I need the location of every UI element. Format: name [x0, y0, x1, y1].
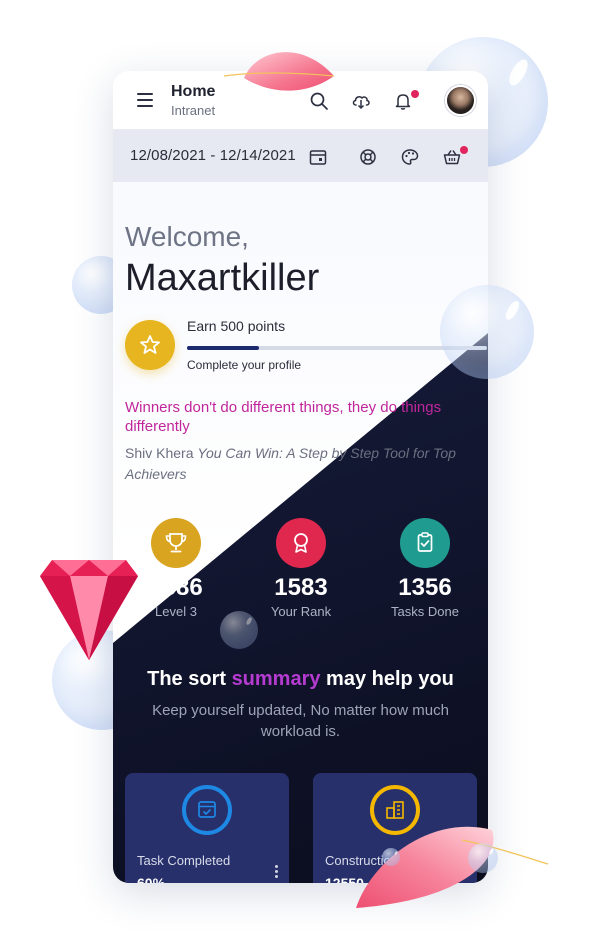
summary-title-end: may help you [320, 668, 454, 690]
clipboard-check-icon [417, 532, 433, 552]
bell-icon[interactable] [393, 91, 413, 111]
hamburger-menu-icon[interactable] [137, 93, 153, 107]
decorative-bubble [220, 611, 258, 649]
card-task-completed[interactable]: Task Completed 60% [125, 773, 289, 883]
ruby-gem-icon [40, 560, 138, 660]
basket-notification-dot [460, 146, 468, 154]
avatar[interactable] [445, 85, 476, 116]
support-icon[interactable] [358, 147, 378, 167]
welcome-greeting: Welcome, [125, 221, 249, 252]
stat-value: 1583 [274, 574, 328, 601]
summary-title-start: The sort [147, 668, 232, 690]
task-subtitle[interactable]: Complete your profile [187, 358, 301, 372]
date-range-text[interactable]: 12/08/2021 - 12/14/2021 [130, 147, 296, 164]
more-options-icon[interactable] [275, 865, 279, 879]
phone-screen: Home Intranet 12/08/2021 - 12/14/2021 We… [113, 71, 488, 883]
stat-value: 1356 [398, 574, 452, 601]
calendar-icon[interactable] [308, 147, 328, 167]
page-title: Home [171, 83, 216, 100]
stat-tasks: 1356 Tasks Done [370, 518, 480, 619]
stat-circle [400, 518, 450, 568]
medal-icon [294, 533, 308, 553]
page-subtitle: Intranet [171, 103, 216, 118]
profile-progress-fill [187, 346, 259, 350]
task-title: Earn 500 points [187, 318, 286, 334]
progress-ring [182, 785, 232, 835]
decorative-bubble [468, 843, 498, 873]
cloud-download-icon[interactable] [351, 91, 371, 111]
stat-rank: 1583 Your Rank [246, 518, 356, 619]
card-value: 60% [137, 875, 166, 883]
palette-icon[interactable] [400, 147, 420, 167]
decorative-petal [223, 52, 335, 91]
star-icon [140, 335, 160, 354]
date-range-bar: 12/08/2021 - 12/14/2021 [113, 130, 488, 182]
card-label: Task Completed [137, 853, 231, 868]
notification-dot [411, 90, 419, 98]
decorative-petal [356, 826, 549, 908]
star-badge [125, 320, 175, 370]
summary-title: The sort summary may help you [113, 668, 488, 691]
trophy-icon [165, 533, 187, 553]
quote-author: Shiv Khera [125, 445, 194, 461]
summary-title-accent: summary [231, 668, 321, 690]
calendar-check-icon [198, 801, 216, 818]
basket-icon[interactable] [442, 147, 462, 167]
stat-circle [151, 518, 201, 568]
summary-subtitle: Keep yourself updated, No matter how muc… [152, 702, 449, 740]
quote-attribution: Shiv Khera You Can Win: A Step by Step T… [125, 443, 485, 485]
stat-label: Your Rank [270, 604, 332, 619]
stat-circle [276, 518, 326, 568]
decorative-bubble [382, 848, 400, 866]
stat-label: Tasks Done [391, 604, 459, 619]
decorative-bubble [440, 285, 534, 379]
quote-text: Winners don't do different things, they … [125, 399, 442, 435]
user-name: Maxartkiller [125, 257, 320, 299]
